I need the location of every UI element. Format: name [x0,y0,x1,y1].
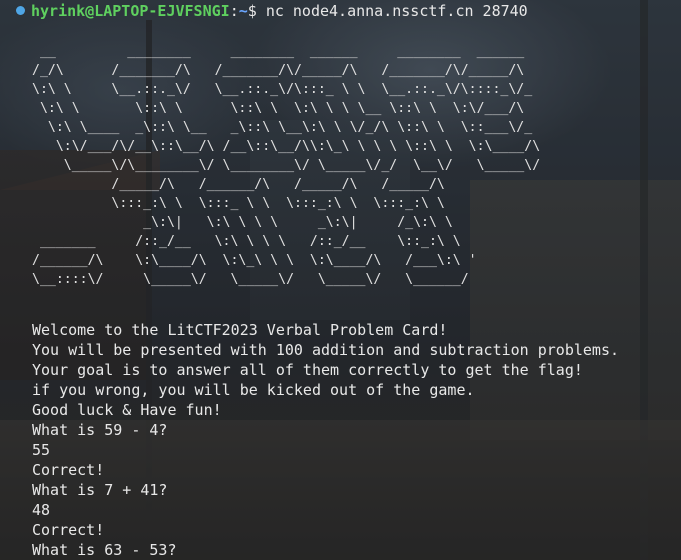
terminal-output: Welcome to the LitCTF2023 Verbal Problem… [32,320,672,560]
output-line: Good luck & Have fun! [32,401,222,419]
prompt-symbol: $ [247,2,257,20]
output-line: What is 59 - 4? [32,421,168,439]
output-line: What is 63 - 53? [32,541,177,559]
output-line: Correct! [32,521,105,539]
output-line: You will be presented with 100 addition … [32,341,619,359]
prompt-path: ~ [238,2,248,20]
ascii-art-banner: __ ________ ________ ______ ________ ___… [32,44,541,287]
output-line: 55 [32,441,51,459]
output-line: 48 [32,501,51,519]
output-line: if you wrong, you will be kicked out of … [32,381,475,399]
prompt-separator: : [229,2,239,20]
prompt-command: nc node4.anna.nssctf.cn 28740 [265,2,528,20]
output-line: What is 7 + 41? [32,481,168,499]
terminal-window[interactable]: hyrink@LAPTOP-EJVFSNGI:~$ nc node4.anna.… [0,0,681,560]
output-line: Welcome to the LitCTF2023 Verbal Problem… [32,321,448,339]
status-dot-icon [16,6,25,15]
terminal-content[interactable]: hyrink@LAPTOP-EJVFSNGI:~$ nc node4.anna.… [0,0,681,560]
command-prompt-line: hyrink@LAPTOP-EJVFSNGI:~$ nc node4.anna.… [16,0,528,22]
prompt-user-host: hyrink@LAPTOP-EJVFSNGI [31,2,230,20]
output-line: Your goal is to answer all of them corre… [32,361,583,379]
output-line: Correct! [32,461,105,479]
